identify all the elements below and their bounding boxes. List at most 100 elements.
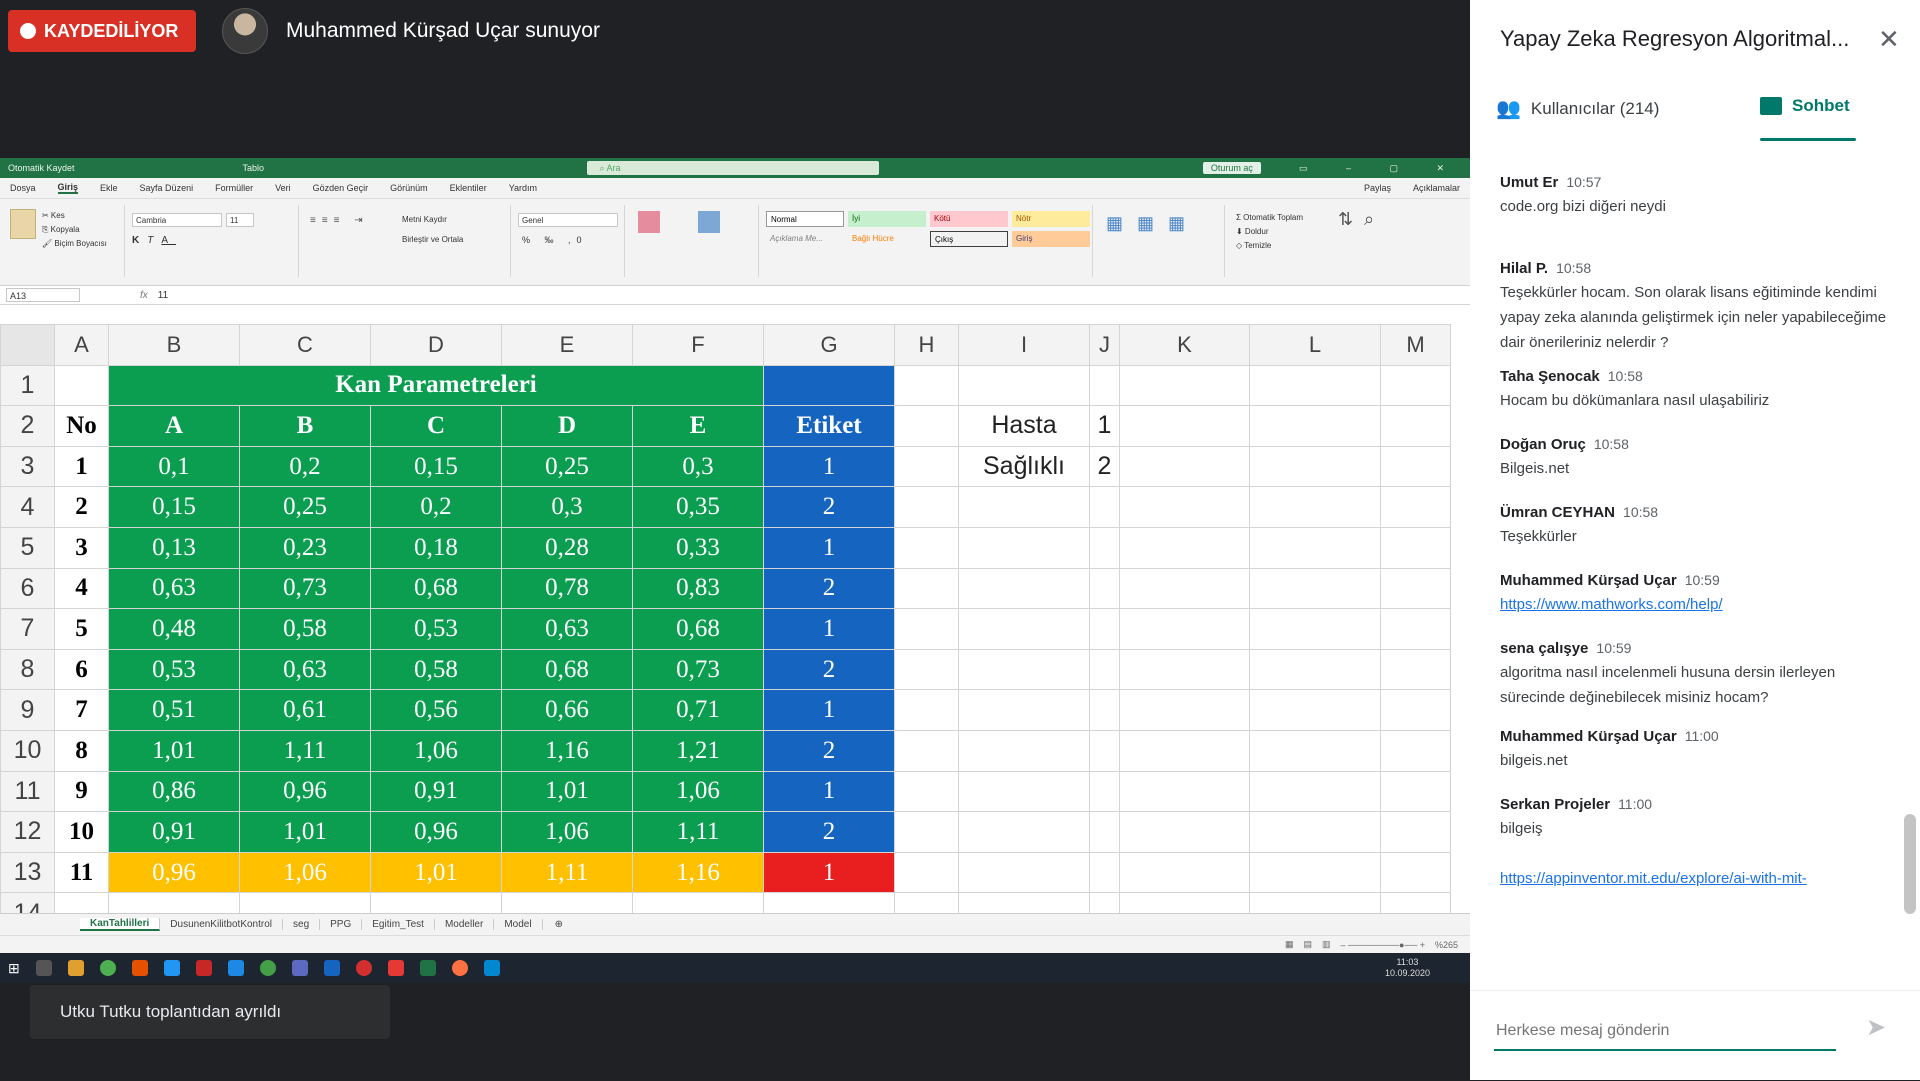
view-normal-icon[interactable]: ▦ — [1285, 939, 1294, 950]
chat-scrollbar[interactable] — [1904, 814, 1916, 914]
clipboard-actions[interactable]: ✂ Kes ⎘ Kopyala 🖌 Biçim Boyacısı — [42, 209, 107, 251]
table-title-cell[interactable]: Kan Parametreleri — [108, 364, 764, 407]
legend-label[interactable]: Hasta — [958, 405, 1090, 447]
empty-cell[interactable] — [958, 364, 1090, 407]
value-cell[interactable]: 0,2 — [239, 445, 371, 488]
empty-cell[interactable] — [1380, 405, 1451, 447]
empty-cell[interactable] — [1249, 648, 1381, 691]
merge-center-button[interactable]: Birleştir ve Ortala — [402, 235, 463, 244]
menu-item[interactable]: Giriş — [57, 182, 79, 194]
value-cell[interactable]: 1,11 — [632, 811, 764, 853]
value-cell[interactable]: 0,1 — [108, 445, 240, 488]
row-header[interactable]: 10 — [0, 729, 55, 772]
value-cell[interactable]: 0,73 — [239, 567, 371, 610]
column-header[interactable]: D — [370, 324, 502, 366]
empty-cell[interactable] — [1119, 526, 1250, 569]
menu-item[interactable]: Dosya — [10, 183, 36, 193]
empty-cell[interactable] — [1380, 811, 1451, 853]
menu-item[interactable]: Sayfa Düzeni — [140, 183, 194, 193]
paste-icon[interactable] — [10, 209, 36, 239]
select-all-corner[interactable] — [0, 324, 55, 366]
empty-cell[interactable] — [1380, 526, 1451, 569]
powershell-icon[interactable] — [323, 960, 340, 976]
empty-cell[interactable] — [1119, 445, 1250, 488]
excel-search-box[interactable]: ⌕ Ara — [587, 161, 880, 175]
sheet-tab[interactable]: Model — [494, 919, 543, 930]
empty-cell[interactable] — [1119, 608, 1250, 650]
app-icon[interactable] — [163, 960, 180, 976]
label-cell[interactable]: 2 — [763, 811, 895, 853]
view-break-icon[interactable]: ▥ — [1322, 939, 1331, 950]
column-header[interactable]: L — [1249, 324, 1381, 366]
empty-cell[interactable] — [894, 851, 959, 894]
zoom-slider[interactable]: – ────────●── + — [1341, 940, 1425, 950]
value-cell[interactable]: 0,53 — [108, 648, 240, 691]
empty-cell[interactable] — [1089, 770, 1120, 813]
empty-cell[interactable] — [1119, 567, 1250, 610]
empty-cell[interactable] — [1249, 486, 1381, 528]
empty-cell[interactable] — [958, 770, 1090, 813]
value-cell[interactable]: 0,91 — [108, 811, 240, 853]
value-cell[interactable]: 0,73 — [632, 648, 764, 691]
value-cell[interactable]: 0,3 — [632, 445, 764, 488]
empty-cell[interactable] — [1380, 608, 1451, 650]
value-cell[interactable]: 0,13 — [108, 526, 240, 569]
value-cell[interactable]: 1,11 — [239, 729, 371, 772]
column-header[interactable]: C — [239, 324, 371, 366]
value-cell[interactable]: 1,06 — [632, 770, 764, 813]
header-cell[interactable]: C — [370, 405, 502, 447]
number-format-box[interactable]: Genel — [518, 213, 618, 227]
legend-label[interactable]: Sağlıklı — [958, 445, 1090, 488]
row-header[interactable]: 7 — [0, 608, 55, 650]
empty-cell[interactable] — [1119, 364, 1250, 407]
value-cell[interactable]: 0,33 — [632, 526, 764, 569]
find-select-icon[interactable]: ⌕ — [1364, 209, 1374, 230]
empty-cell[interactable] — [894, 770, 959, 813]
value-cell[interactable]: 1,16 — [501, 729, 633, 772]
empty-cell[interactable] — [958, 811, 1090, 853]
column-header[interactable]: E — [501, 324, 633, 366]
empty-cell[interactable] — [958, 486, 1090, 528]
value-cell[interactable]: 0,91 — [370, 770, 502, 813]
empty-cell[interactable] — [1119, 405, 1250, 447]
column-header[interactable]: J — [1089, 324, 1120, 366]
empty-cell[interactable] — [894, 811, 959, 853]
empty-cell[interactable] — [894, 364, 959, 407]
autosum-button[interactable]: Σ Otomatik Toplam ⬇ Doldur ◇ Temizle — [1236, 211, 1303, 253]
empty-cell[interactable] — [1380, 689, 1451, 731]
empty-cell[interactable] — [1380, 486, 1451, 528]
menu-item[interactable]: Gözden Geçir — [313, 183, 369, 193]
value-cell[interactable]: 0,66 — [501, 689, 633, 731]
value-cell[interactable]: 1,01 — [501, 770, 633, 813]
no-cell[interactable]: 11 — [54, 851, 109, 894]
conditional-format-icon[interactable] — [638, 211, 660, 233]
sheet-tab[interactable]: Modeller — [435, 919, 495, 930]
empty-cell[interactable] — [1380, 567, 1451, 610]
align-icons[interactable]: ≡≡≡ ⇥ — [310, 215, 369, 226]
value-cell[interactable]: 0,63 — [108, 567, 240, 610]
column-header[interactable]: K — [1119, 324, 1250, 366]
empty-cell[interactable] — [1119, 811, 1250, 853]
label-cell[interactable]: 1 — [763, 770, 895, 813]
column-header[interactable]: F — [632, 324, 764, 366]
header-cell[interactable]: No — [54, 405, 109, 447]
font-size-box[interactable]: 11 — [226, 213, 254, 227]
value-cell[interactable]: 0,63 — [239, 648, 371, 691]
column-header[interactable]: G — [763, 324, 895, 366]
app-icon-3[interactable] — [483, 960, 500, 976]
no-cell[interactable]: 6 — [54, 648, 109, 691]
value-cell[interactable]: 0,18 — [370, 526, 502, 569]
empty-cell[interactable] — [1119, 486, 1250, 528]
app-icon-2[interactable] — [195, 960, 212, 976]
empty-cell[interactable] — [1089, 526, 1120, 569]
empty-cell[interactable] — [1119, 648, 1250, 691]
value-cell[interactable]: 0,96 — [370, 811, 502, 853]
formula-input[interactable]: 11 — [158, 290, 168, 301]
no-cell[interactable]: 7 — [54, 689, 109, 731]
sheet-tab[interactable]: Egitim_Test — [362, 919, 435, 930]
empty-cell[interactable] — [894, 405, 959, 447]
autosave-label[interactable]: Otomatik Kaydet — [8, 163, 75, 173]
row-header[interactable]: 1 — [0, 364, 55, 407]
legend-value[interactable]: 1 — [1089, 405, 1120, 447]
value-cell[interactable]: 0,48 — [108, 608, 240, 650]
